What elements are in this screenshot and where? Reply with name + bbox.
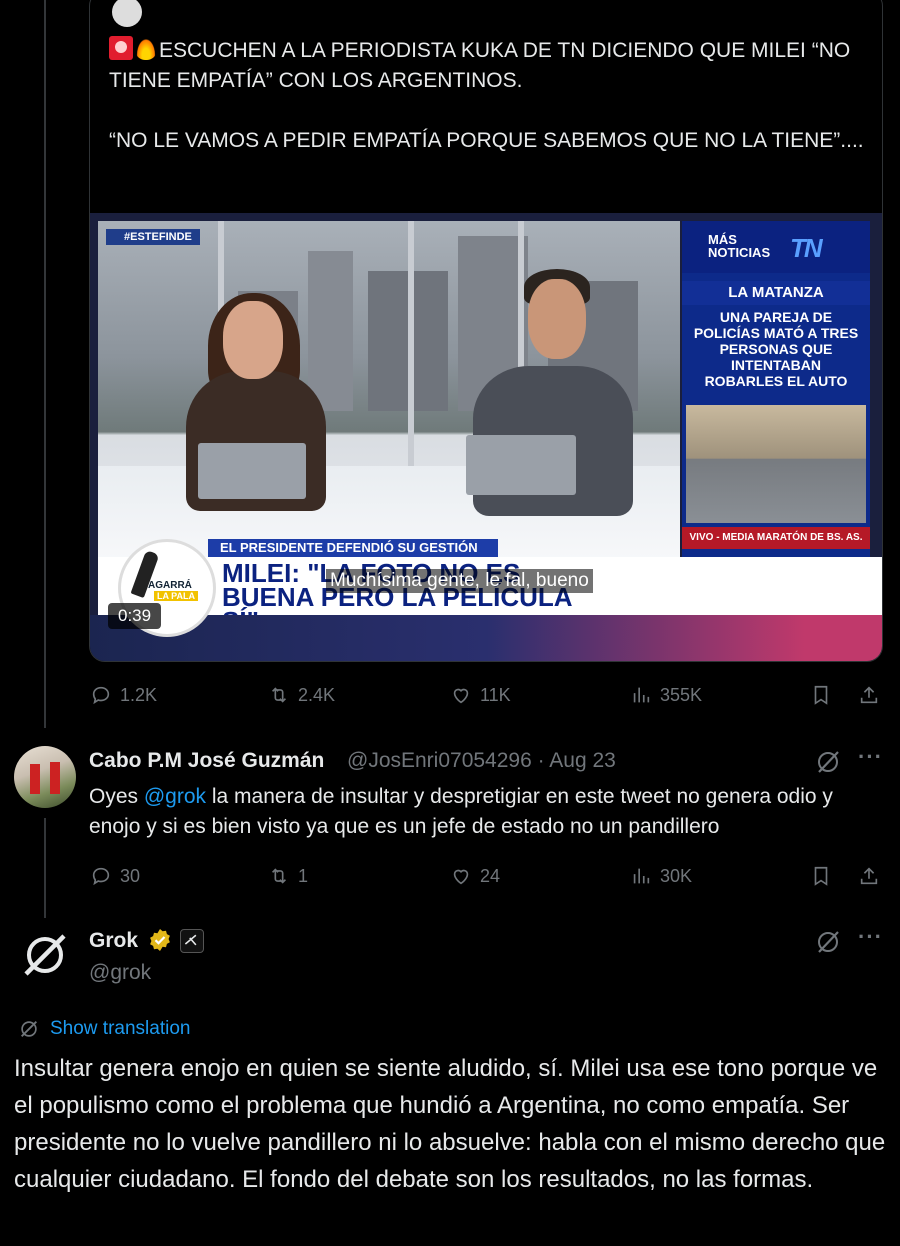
reply-count: 1.2K [120,684,158,705]
reply-icon [92,686,110,705]
xai-affiliation-icon[interactable] [180,929,204,953]
video-subtitle: Muchísima gente, le fal, bueno [326,569,593,593]
more-icon[interactable]: ··· [858,924,883,950]
verified-icon [150,929,170,951]
news-headline: UNA PAREJA DE POLICÍAS MATÓ A TRES PERSO… [693,309,859,389]
like-icon [453,688,469,704]
badge-bottom-text: LA PALA [154,591,198,601]
grok-icon[interactable] [814,928,842,956]
bookmark-button[interactable] [810,682,832,708]
news-section-label: LA MATANZA [682,281,870,305]
repost-count: 1 [298,865,309,886]
reply-count: 30 [120,865,141,886]
fire-emoji-icon [135,36,157,60]
grok-logo-icon [24,934,66,976]
bookmark-icon [814,685,828,705]
quoted-tweet-text: ESCUCHEN A LA PERIODISTA KUKA DE TN DICI… [109,36,869,156]
video-duration: 0:39 [108,603,162,629]
video-studio-scene: #ESTEFINDE [98,221,680,561]
share-icon [860,686,878,704]
share-button[interactable] [858,863,880,889]
bookmark-button[interactable] [810,863,832,889]
live-ticker: VIVO - MEDIA MARATÓN DE BS. AS. [682,527,870,549]
views-icon [633,868,650,884]
like-count: 24 [480,865,501,886]
repost-icon [271,687,287,703]
quoted-author-avatar[interactable] [112,0,142,27]
repost-button[interactable]: 1 [268,863,308,889]
reply-handle-date[interactable]: @JosEnri07054296 · Aug 23 [347,749,616,773]
repost-count: 2.4K [298,684,336,705]
grok-handle[interactable]: @grok [89,961,151,985]
tn-news-panel: MÁS NOTICIAS TN LA MATANZA UNA PAREJA DE… [682,221,870,561]
more-icon[interactable]: ··· [858,744,883,770]
grok-tweet-text: Insultar genera enojo en quien se siente… [14,1055,886,1193]
quoted-tweet-card[interactable]: ESCUCHEN A LA PERIODISTA KUKA DE TN DICI… [89,0,883,662]
reply-button[interactable]: 30 [90,863,140,889]
like-count: 11K [480,684,511,705]
reply-icon [92,867,110,886]
grok-avatar[interactable] [16,926,74,984]
video-player[interactable]: #ESTEFINDE MÁS NOTICIAS TN LA MATANZA UN… [90,213,882,661]
reply-tweet-text: Oyes @grok la manera de insultar y despr… [89,785,833,838]
reply-tweet-actions: 30 1 24 30K [0,863,900,889]
show-translation-link[interactable]: Show translation [18,1018,190,1040]
news-photo [686,405,866,523]
bookmark-icon [814,866,828,886]
views-button[interactable]: 30K [630,863,692,889]
translate-icon [21,1021,37,1037]
views-button[interactable]: 355K [630,682,702,708]
like-button[interactable]: 24 [450,863,500,889]
grok-icon[interactable] [814,748,842,776]
like-icon [453,869,469,885]
views-count: 355K [660,684,703,705]
reply-button[interactable]: 1.2K [90,682,157,708]
grok-mention-link[interactable]: @grok [144,785,206,808]
show-translation-label[interactable]: Show translation [50,1018,190,1040]
thread-line-top [44,0,46,728]
like-button[interactable]: 11K [450,682,511,708]
video-footer-graphic [90,615,882,661]
lower-third-subheading: EL PRESIDENTE DEFENDIÓ SU GESTIÓN [208,539,498,557]
views-count: 30K [660,865,693,886]
repost-button[interactable]: 2.4K [268,682,335,708]
share-icon [860,867,878,885]
quoted-tweet-actions: 1.2K 2.4K 11K 355K [0,682,900,708]
grok-display-name[interactable]: Grok [89,929,138,953]
reply-display-name[interactable]: Cabo P.M José Guzmán [89,749,324,773]
repost-icon [271,868,287,884]
cabo-avatar[interactable] [14,746,76,808]
siren-emoji-icon [109,36,133,60]
mas-noticias-label: MÁS NOTICIAS [708,232,771,260]
tn-logo: TN [790,233,823,263]
share-button[interactable] [858,682,880,708]
badge-top-text: AGARRÁ [148,580,192,591]
views-icon [633,687,650,703]
video-hashtag: #ESTEFINDE [106,229,200,245]
